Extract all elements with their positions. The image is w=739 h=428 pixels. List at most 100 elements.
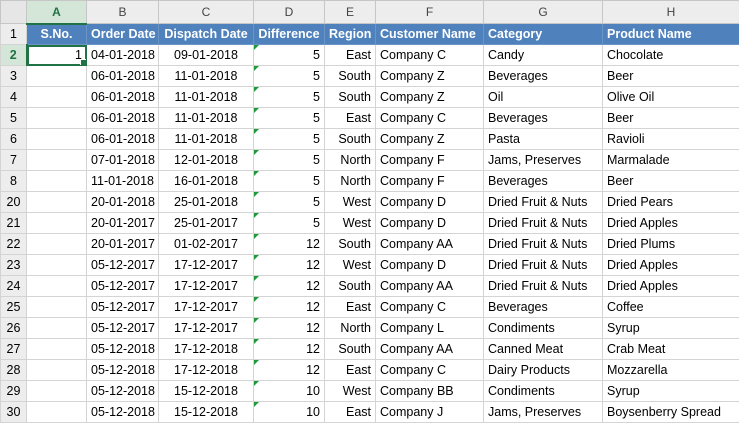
row-number[interactable]: 26 — [0, 317, 27, 339]
header-dispatch-date[interactable]: Dispatch Date — [158, 23, 254, 45]
cell-customer-name[interactable]: Company C — [375, 296, 484, 318]
cell-category[interactable]: Dried Fruit & Nuts — [483, 254, 603, 276]
cell-customer-name[interactable]: Company D — [375, 212, 484, 234]
row-number[interactable]: 30 — [0, 401, 27, 423]
cell-category[interactable]: Jams, Preserves — [483, 401, 603, 423]
cell-difference[interactable]: 10 — [253, 380, 325, 402]
active-cell[interactable]: 1 — [26, 44, 87, 66]
column-header-b[interactable]: B — [86, 0, 159, 24]
row-number[interactable]: 25 — [0, 296, 27, 318]
cell-product-name[interactable]: Olive Oil — [602, 86, 739, 108]
cell-difference[interactable]: 12 — [253, 359, 325, 381]
cell-region[interactable]: West — [324, 254, 376, 276]
cell-order-date[interactable]: 11-01-2018 — [86, 170, 159, 192]
cell-difference[interactable]: 12 — [253, 254, 325, 276]
cell-product-name[interactable]: Beer — [602, 107, 739, 129]
select-all-corner[interactable] — [0, 0, 27, 24]
row-number[interactable]: 2 — [0, 44, 28, 66]
cell-sno[interactable] — [26, 65, 87, 87]
column-header-d[interactable]: D — [253, 0, 325, 24]
cell-order-date[interactable]: 04-01-2018 — [86, 44, 159, 66]
cell-product-name[interactable]: Syrup — [602, 380, 739, 402]
row-number[interactable]: 7 — [0, 149, 27, 171]
cell-product-name[interactable]: Crab Meat — [602, 338, 739, 360]
row-number[interactable]: 5 — [0, 107, 27, 129]
cell-category[interactable]: Oil — [483, 86, 603, 108]
cell-region[interactable]: West — [324, 212, 376, 234]
cell-dispatch-date[interactable]: 25-01-2018 — [158, 191, 254, 213]
cell-region[interactable]: South — [324, 86, 376, 108]
column-header-h[interactable]: H — [602, 0, 739, 24]
cell-product-name[interactable]: Coffee — [602, 296, 739, 318]
cell-dispatch-date[interactable]: 11-01-2018 — [158, 65, 254, 87]
cell-sno[interactable] — [26, 380, 87, 402]
header-region[interactable]: Region — [324, 23, 376, 45]
header-product-name[interactable]: Product Name — [602, 23, 739, 45]
cell-category[interactable]: Canned Meat — [483, 338, 603, 360]
cell-product-name[interactable]: Dried Apples — [602, 254, 739, 276]
cell-product-name[interactable]: Syrup — [602, 317, 739, 339]
cell-category[interactable]: Dairy Products — [483, 359, 603, 381]
cell-category[interactable]: Candy — [483, 44, 603, 66]
cell-product-name[interactable]: Dried Plums — [602, 233, 739, 255]
cell-region[interactable]: East — [324, 401, 376, 423]
cell-dispatch-date[interactable]: 17-12-2017 — [158, 317, 254, 339]
header-category[interactable]: Category — [483, 23, 603, 45]
cell-product-name[interactable]: Dried Apples — [602, 275, 739, 297]
cell-product-name[interactable]: Marmalade — [602, 149, 739, 171]
row-number[interactable]: 22 — [0, 233, 27, 255]
cell-customer-name[interactable]: Company L — [375, 317, 484, 339]
cell-customer-name[interactable]: Company AA — [375, 338, 484, 360]
cell-dispatch-date[interactable]: 16-01-2018 — [158, 170, 254, 192]
cell-dispatch-date[interactable]: 09-01-2018 — [158, 44, 254, 66]
cell-product-name[interactable]: Ravioli — [602, 128, 739, 150]
cell-sno[interactable] — [26, 212, 87, 234]
cell-difference[interactable]: 5 — [253, 65, 325, 87]
cell-region[interactable]: East — [324, 359, 376, 381]
row-number[interactable]: 6 — [0, 128, 27, 150]
cell-order-date[interactable]: 06-01-2018 — [86, 86, 159, 108]
cell-sno[interactable] — [26, 149, 87, 171]
cell-sno[interactable] — [26, 170, 87, 192]
cell-region[interactable]: East — [324, 44, 376, 66]
cell-region[interactable]: West — [324, 380, 376, 402]
row-number[interactable]: 29 — [0, 380, 27, 402]
row-number[interactable]: 1 — [0, 23, 27, 45]
cell-product-name[interactable]: Beer — [602, 65, 739, 87]
cell-product-name[interactable]: Boysenberry Spread — [602, 401, 739, 423]
cell-order-date[interactable]: 20-01-2018 — [86, 191, 159, 213]
cell-order-date[interactable]: 20-01-2017 — [86, 233, 159, 255]
cell-sno[interactable] — [26, 128, 87, 150]
cell-difference[interactable]: 12 — [253, 233, 325, 255]
cell-difference[interactable]: 12 — [253, 296, 325, 318]
cell-sno[interactable] — [26, 86, 87, 108]
cell-product-name[interactable]: Dried Apples — [602, 212, 739, 234]
header-customer-name[interactable]: Customer Name — [375, 23, 484, 45]
cell-customer-name[interactable]: Company D — [375, 254, 484, 276]
cell-product-name[interactable]: Beer — [602, 170, 739, 192]
cell-sno[interactable] — [26, 401, 87, 423]
cell-dispatch-date[interactable]: 17-12-2017 — [158, 296, 254, 318]
column-header-c[interactable]: C — [158, 0, 254, 24]
cell-order-date[interactable]: 05-12-2017 — [86, 254, 159, 276]
row-number[interactable]: 28 — [0, 359, 27, 381]
cell-product-name[interactable]: Dried Pears — [602, 191, 739, 213]
cell-region[interactable]: South — [324, 233, 376, 255]
cell-difference[interactable]: 12 — [253, 338, 325, 360]
cell-dispatch-date[interactable]: 17-12-2018 — [158, 359, 254, 381]
column-header-f[interactable]: F — [375, 0, 484, 24]
row-number[interactable]: 24 — [0, 275, 27, 297]
cell-category[interactable]: Pasta — [483, 128, 603, 150]
cell-difference[interactable]: 5 — [253, 212, 325, 234]
cell-sno[interactable] — [26, 275, 87, 297]
row-number[interactable]: 8 — [0, 170, 27, 192]
cell-difference[interactable]: 5 — [253, 149, 325, 171]
cell-region[interactable]: South — [324, 65, 376, 87]
cell-customer-name[interactable]: Company C — [375, 44, 484, 66]
cell-difference[interactable]: 12 — [253, 275, 325, 297]
cell-difference[interactable]: 5 — [253, 86, 325, 108]
cell-category[interactable]: Jams, Preserves — [483, 149, 603, 171]
row-number[interactable]: 20 — [0, 191, 27, 213]
cell-customer-name[interactable]: Company F — [375, 170, 484, 192]
cell-customer-name[interactable]: Company F — [375, 149, 484, 171]
